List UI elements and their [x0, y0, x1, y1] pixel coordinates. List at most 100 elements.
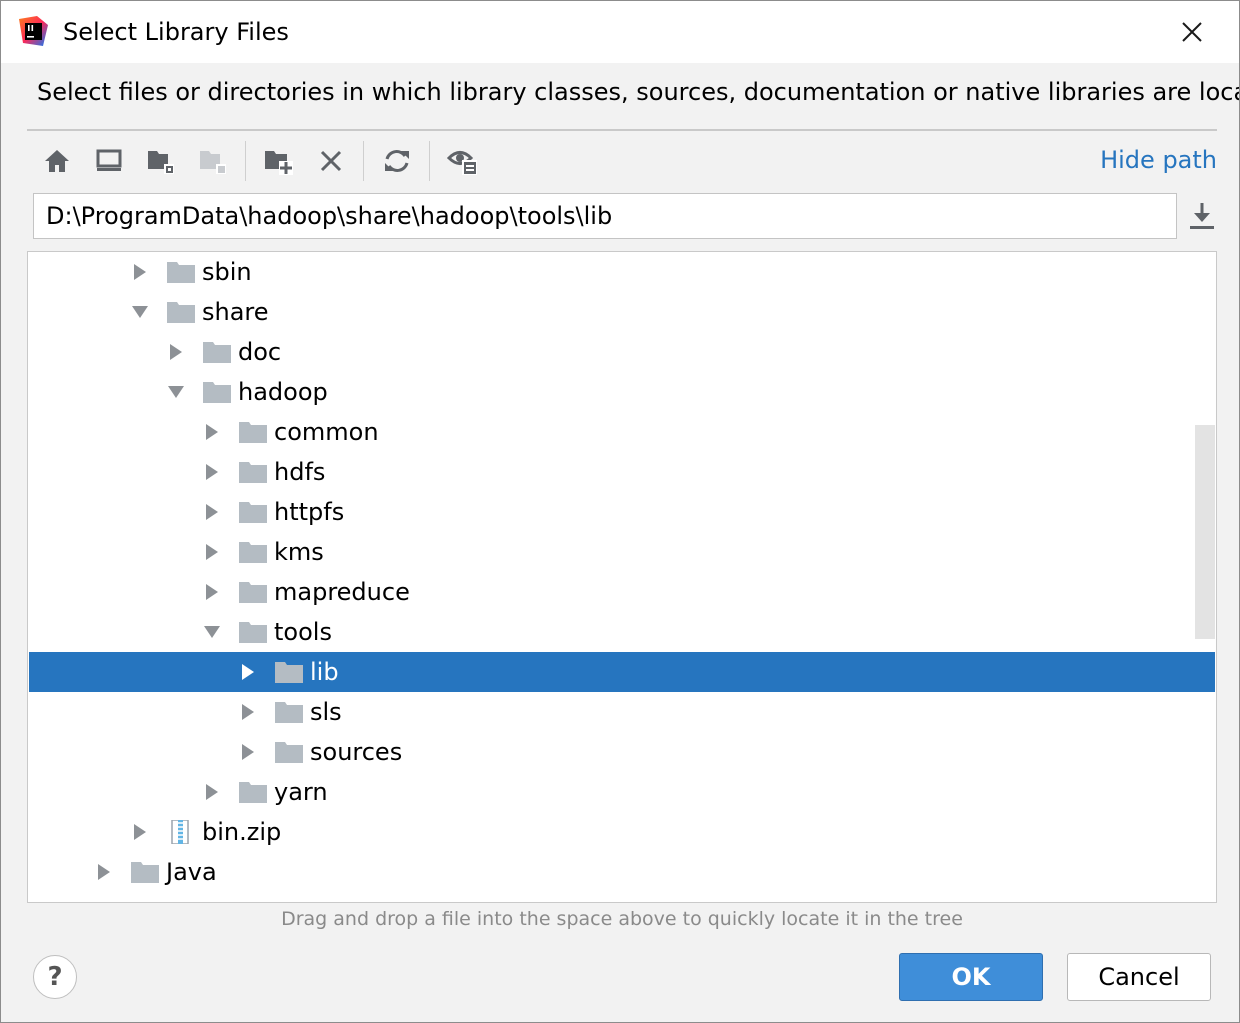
tree-item-bin-zip[interactable]: bin.zip — [29, 812, 1215, 852]
home-button[interactable] — [37, 141, 77, 181]
select-library-files-dialog: Select Library Files Select files or dir… — [0, 0, 1240, 1023]
home-icon — [45, 150, 69, 172]
tree-item-hadoop[interactable]: hadoop — [29, 372, 1215, 412]
tree-item-label: mapreduce — [274, 578, 410, 606]
tree-item-yarn[interactable]: yarn — [29, 772, 1215, 812]
desktop-button[interactable] — [89, 141, 129, 181]
folder-icon — [239, 542, 267, 563]
tree-item-sls[interactable]: sls — [29, 692, 1215, 732]
delete-icon — [320, 150, 342, 172]
folder-icon — [239, 622, 267, 643]
collapsed-arrow-icon[interactable] — [202, 422, 222, 442]
folder-icon — [239, 462, 267, 483]
tree-item-common[interactable]: common — [29, 412, 1215, 452]
tree-item-tools[interactable]: tools — [29, 612, 1215, 652]
tree-item-java[interactable]: Java — [29, 852, 1215, 892]
tree-item-label: hadoop — [238, 378, 328, 406]
tree-item-kms[interactable]: kms — [29, 532, 1215, 572]
collapsed-arrow-icon[interactable] — [130, 822, 150, 842]
collapsed-arrow-icon[interactable] — [130, 262, 150, 282]
new-folder-icon — [265, 151, 293, 175]
path-go-button[interactable] — [1185, 199, 1219, 233]
divider — [27, 129, 1217, 131]
toolbar: Hide path — [27, 137, 1217, 185]
show-hidden-files-icon — [447, 151, 477, 175]
tree-item-share[interactable]: share — [29, 292, 1215, 332]
folder-icon — [167, 302, 195, 323]
folder-icon — [203, 342, 231, 363]
folder-icon — [203, 382, 231, 403]
collapsed-arrow-icon[interactable] — [238, 702, 258, 722]
expanded-arrow-icon[interactable] — [130, 302, 150, 322]
delete-button[interactable] — [311, 141, 351, 181]
folder-icon — [131, 862, 159, 883]
tree-item-label: bin.zip — [202, 818, 282, 846]
new-folder-button[interactable] — [259, 141, 299, 181]
tree-item-doc[interactable]: doc — [29, 332, 1215, 372]
tree-item-label: tools — [274, 618, 332, 646]
close-button[interactable] — [1169, 11, 1215, 53]
folder-icon — [239, 502, 267, 523]
dialog-title: Select Library Files — [63, 18, 289, 46]
toolbar-separator — [245, 141, 246, 181]
folder-icon — [275, 702, 303, 723]
collapsed-arrow-icon[interactable] — [202, 462, 222, 482]
close-icon — [1182, 22, 1202, 42]
folder-icon — [239, 782, 267, 803]
collapsed-arrow-icon[interactable] — [202, 782, 222, 802]
expanded-arrow-icon[interactable] — [202, 622, 222, 642]
refresh-button[interactable] — [377, 141, 417, 181]
collapsed-arrow-icon[interactable] — [166, 342, 186, 362]
tree-item-label: common — [274, 418, 379, 446]
collapsed-arrow-icon[interactable] — [238, 742, 258, 762]
tree-item-label: lib — [310, 658, 339, 686]
folder-icon — [275, 662, 303, 683]
download-icon — [1190, 203, 1214, 229]
file-tree[interactable]: sbin share doc hadoop common hdfs httpfs kms map… — [27, 251, 1217, 903]
tree-item-label: kms — [274, 538, 324, 566]
desktop-icon — [96, 149, 122, 171]
collapsed-arrow-icon[interactable] — [202, 502, 222, 522]
collapsed-arrow-icon[interactable] — [202, 542, 222, 562]
cancel-button[interactable]: Cancel — [1067, 953, 1211, 1001]
toolbar-separator — [429, 141, 430, 181]
hide-path-link[interactable]: Hide path — [1100, 143, 1217, 177]
collapsed-arrow-icon[interactable] — [202, 582, 222, 602]
dialog-description: Select files or directories in which lib… — [37, 78, 1240, 106]
tree-item-sbin[interactable]: sbin — [29, 252, 1215, 292]
drag-drop-hint: Drag and drop a file into the space abov… — [281, 908, 963, 930]
ok-button[interactable]: OK — [899, 953, 1043, 1001]
tree-item-label: share — [202, 298, 269, 326]
tree-item-label: sls — [310, 698, 342, 726]
folder-icon — [167, 262, 195, 283]
tree-item-label: yarn — [274, 778, 328, 806]
tree-item-httpfs[interactable]: httpfs — [29, 492, 1215, 532]
tree-item-label: sbin — [202, 258, 252, 286]
module-folder-button[interactable] — [193, 141, 233, 181]
tree-item-mapreduce[interactable]: mapreduce — [29, 572, 1215, 612]
tree-item-label: sources — [310, 738, 403, 766]
help-button[interactable]: ? — [33, 955, 77, 999]
folder-icon — [239, 582, 267, 603]
project-folder-button[interactable] — [141, 141, 181, 181]
path-input[interactable] — [33, 193, 1177, 239]
collapsed-arrow-icon[interactable] — [94, 862, 114, 882]
toolbar-separator — [363, 141, 364, 181]
title-bar: Select Library Files — [1, 1, 1239, 63]
tree-item-sources[interactable]: sources — [29, 732, 1215, 772]
folder-icon — [239, 422, 267, 443]
tree-item-lib[interactable]: lib — [29, 652, 1215, 692]
tree-item-label: doc — [238, 338, 282, 366]
folder-icon — [275, 742, 303, 763]
show-hidden-files-button[interactable] — [443, 141, 483, 181]
intellij-idea-icon — [19, 16, 48, 46]
tree-item-hdfs[interactable]: hdfs — [29, 452, 1215, 492]
expanded-arrow-icon[interactable] — [166, 382, 186, 402]
project-folder-icon — [148, 151, 174, 174]
zip-archive-icon — [171, 820, 189, 844]
refresh-icon — [385, 150, 409, 172]
tree-item-label: Java — [166, 858, 217, 886]
collapsed-arrow-icon[interactable] — [238, 662, 258, 682]
tree-item-label: hdfs — [274, 458, 326, 486]
tree-item-label: httpfs — [274, 498, 345, 526]
